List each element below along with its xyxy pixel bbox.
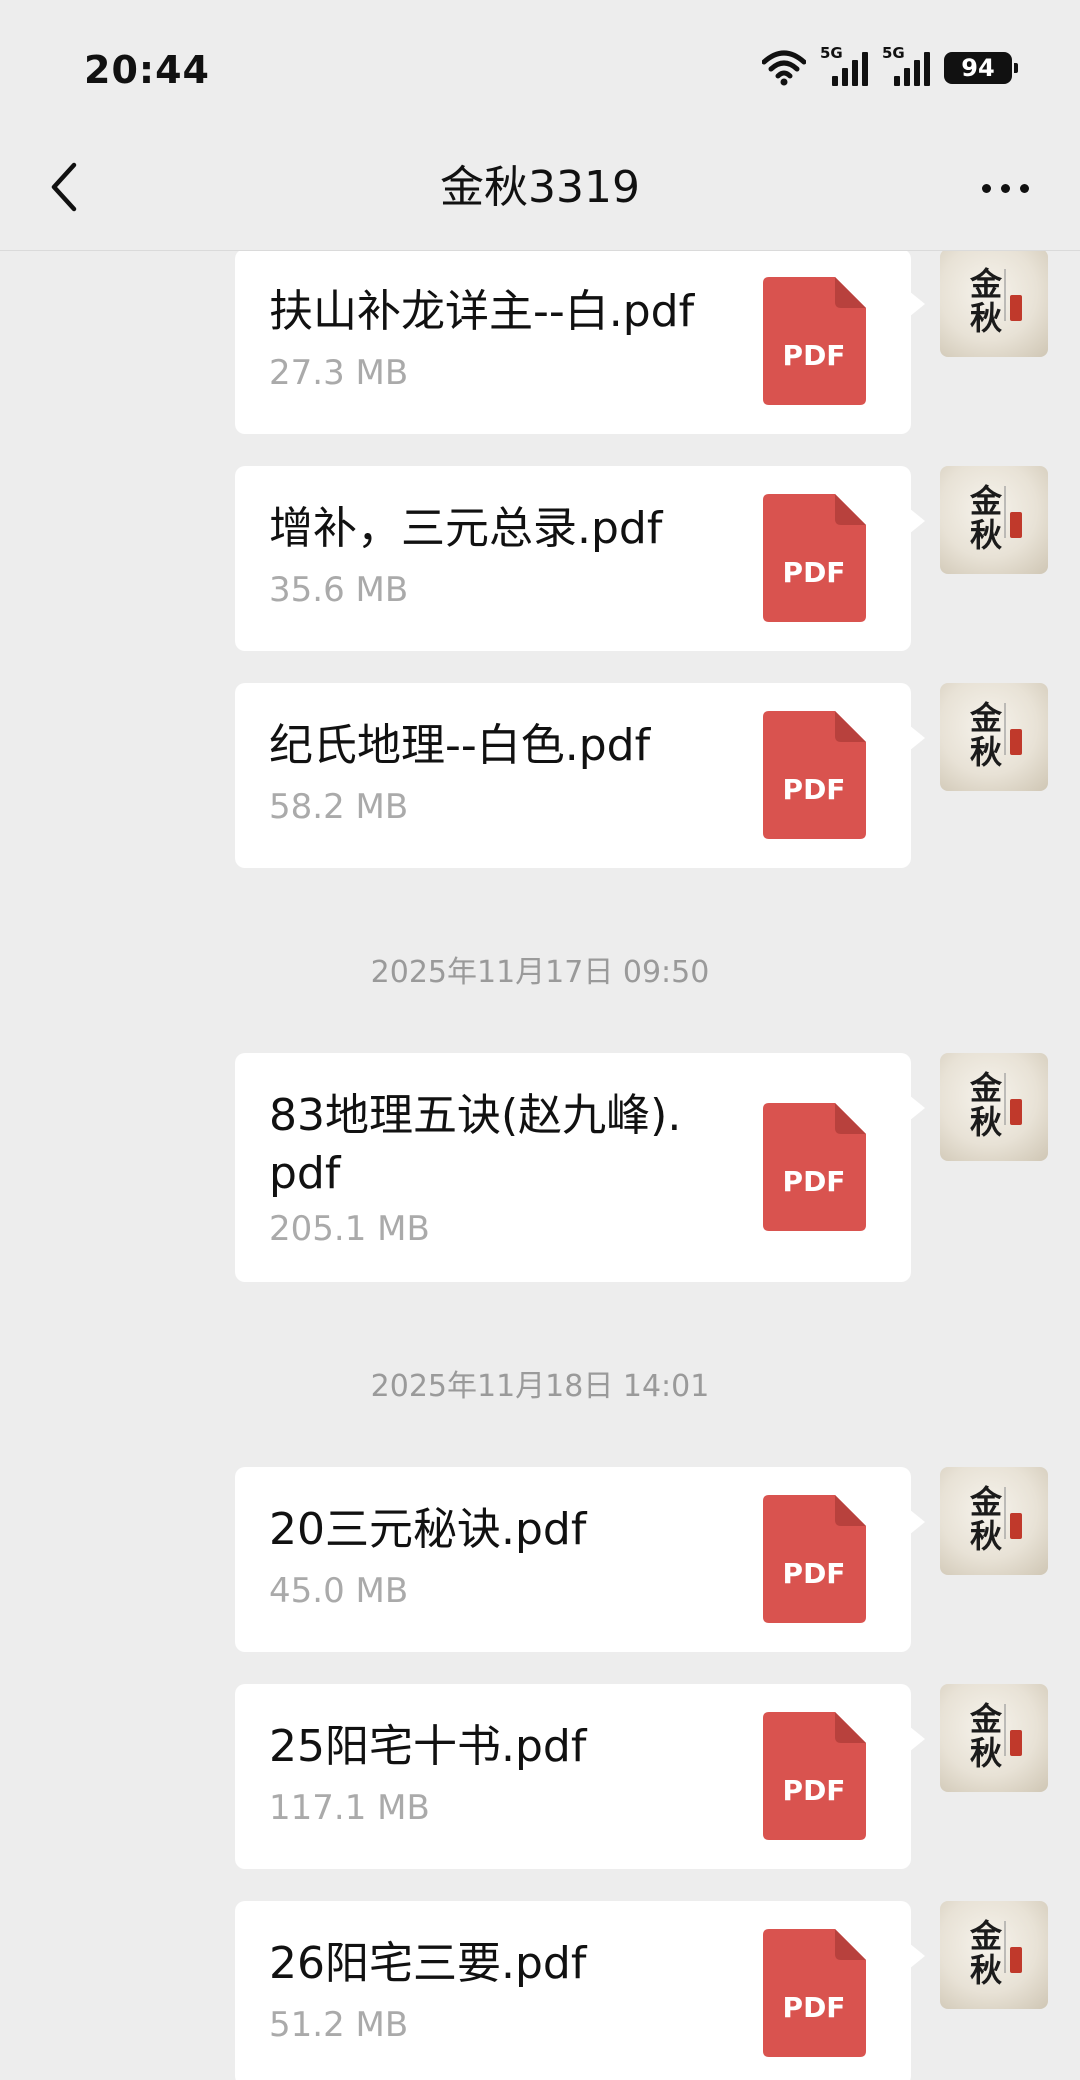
message-timestamp: 2025年11月18日 14:01: [370, 1369, 710, 1404]
file-name: 增补，三元总录.pdf: [269, 503, 663, 554]
pdf-file-icon: PDF: [763, 711, 866, 839]
avatar-seal: [1010, 295, 1022, 321]
cellular-signal-1: 5G: [820, 44, 868, 86]
avatar-seal: [1010, 1513, 1022, 1539]
file-name: 26阳宅三要.pdf: [269, 1938, 587, 1989]
avatar-char: 秋: [970, 516, 1003, 554]
avatar-char: 秋: [970, 1734, 1003, 1772]
sender-avatar[interactable]: 金 秋: [940, 1901, 1048, 2009]
network-type-label: 5G: [820, 44, 843, 62]
avatar-decoration: [1004, 1704, 1006, 1756]
file-size: 45.0 MB: [269, 1571, 409, 1611]
avatar-char: 秋: [970, 299, 1003, 337]
avatar-seal: [1010, 729, 1022, 755]
file-bubble[interactable]: 扶山补龙详主--白.pdf 27.3 MB PDF: [235, 251, 925, 434]
avatar-seal: [1010, 512, 1022, 538]
pdf-icon-label: PDF: [783, 773, 846, 806]
pdf-file-icon: PDF: [763, 1929, 866, 2057]
avatar-decoration: [1004, 269, 1006, 321]
more-options-icon[interactable]: [970, 165, 1040, 211]
file-name: 扶山补龙详主--白.pdf: [269, 286, 695, 337]
status-time: 20:44: [84, 48, 210, 92]
file-bubble[interactable]: 纪氏地理--白色.pdf 58.2 MB PDF: [235, 683, 925, 868]
avatar-decoration: [1004, 1487, 1006, 1539]
avatar-char: 秋: [970, 1517, 1003, 1555]
sender-avatar[interactable]: 金 秋: [940, 466, 1048, 574]
avatar-char: 金: [970, 1917, 1003, 1955]
pdf-file-icon: PDF: [763, 277, 866, 405]
avatar-decoration: [1004, 703, 1006, 755]
avatar-char: 金: [970, 482, 1003, 520]
avatar-char: 秋: [970, 1103, 1003, 1141]
file-name: 纪氏地理--白色.pdf: [269, 720, 651, 771]
network-type-label: 5G: [882, 44, 905, 62]
file-size: 35.6 MB: [269, 570, 409, 610]
pdf-icon-label: PDF: [783, 1774, 846, 1807]
sender-avatar[interactable]: 金 秋: [940, 251, 1048, 357]
avatar-decoration: [1004, 486, 1006, 538]
avatar-char: 金: [970, 699, 1003, 737]
pdf-icon-label: PDF: [783, 556, 846, 589]
wifi-icon: [762, 50, 806, 86]
file-name: 20三元秘诀.pdf: [269, 1504, 587, 1555]
chat-message-list[interactable]: 扶山补龙详主--白.pdf 27.3 MB PDF 金 秋 增补，三元总录.pd…: [0, 251, 1080, 2080]
status-bar: 20:44 5G 5G 94: [0, 0, 1080, 125]
sender-avatar[interactable]: 金 秋: [940, 683, 1048, 791]
pdf-file-icon: PDF: [763, 1712, 866, 1840]
avatar-decoration: [1004, 1073, 1006, 1125]
file-bubble[interactable]: 83地理五诀(赵九峰).pdf 205.1 MB PDF: [235, 1053, 925, 1282]
status-icons: 5G 5G 94: [762, 44, 1018, 88]
file-size: 58.2 MB: [269, 787, 409, 827]
file-name: 83地理五诀(赵九峰).pdf: [269, 1090, 682, 1199]
message-timestamp: 2025年11月17日 09:50: [370, 955, 710, 990]
avatar-seal: [1010, 1947, 1022, 1973]
file-size: 205.1 MB: [269, 1209, 430, 1249]
pdf-icon-label: PDF: [783, 1557, 846, 1590]
file-bubble[interactable]: 增补，三元总录.pdf 35.6 MB PDF: [235, 466, 925, 651]
file-bubble[interactable]: 25阳宅十书.pdf 117.1 MB PDF: [235, 1684, 925, 1869]
chat-title: 金秋3319: [440, 162, 640, 213]
avatar-seal: [1010, 1099, 1022, 1125]
battery-indicator: 94: [944, 52, 1018, 84]
cellular-signal-2: 5G: [882, 44, 930, 86]
file-bubble[interactable]: 26阳宅三要.pdf 51.2 MB PDF: [235, 1901, 925, 2080]
avatar-char: 金: [970, 265, 1003, 303]
avatar-seal: [1010, 1730, 1022, 1756]
chat-header: 金秋3319: [0, 125, 1080, 251]
file-name: 25阳宅十书.pdf: [269, 1721, 587, 1772]
file-size: 117.1 MB: [269, 1788, 430, 1828]
file-bubble[interactable]: 20三元秘诀.pdf 45.0 MB PDF: [235, 1467, 925, 1652]
file-size: 27.3 MB: [269, 353, 409, 393]
pdf-file-icon: PDF: [763, 1495, 866, 1623]
avatar-decoration: [1004, 1921, 1006, 1973]
pdf-icon-label: PDF: [783, 1165, 846, 1198]
sender-avatar[interactable]: 金 秋: [940, 1053, 1048, 1161]
pdf-icon-label: PDF: [783, 1991, 846, 2024]
pdf-file-icon: PDF: [763, 1103, 866, 1231]
avatar-char: 金: [970, 1700, 1003, 1738]
avatar-char: 金: [970, 1069, 1003, 1107]
file-size: 51.2 MB: [269, 2005, 409, 2045]
avatar-char: 秋: [970, 733, 1003, 771]
pdf-file-icon: PDF: [763, 494, 866, 622]
sender-avatar[interactable]: 金 秋: [940, 1684, 1048, 1792]
avatar-char: 金: [970, 1483, 1003, 1521]
sender-avatar[interactable]: 金 秋: [940, 1467, 1048, 1575]
pdf-icon-label: PDF: [783, 339, 846, 372]
avatar-char: 秋: [970, 1951, 1003, 1989]
